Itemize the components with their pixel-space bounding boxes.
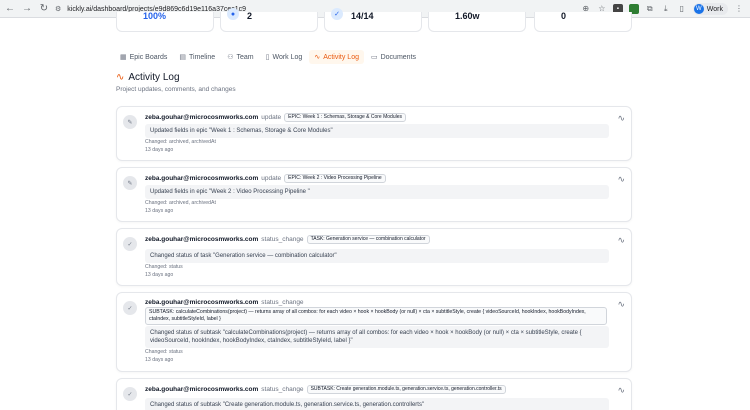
entity-badge[interactable]: SUBTASK: Create generation.module.ts, ge… bbox=[306, 385, 506, 394]
puzzle-icon[interactable]: ⧉ bbox=[645, 4, 655, 14]
check-icon: ✓ bbox=[123, 301, 137, 315]
stat-card-members: ● 2 bbox=[220, 8, 318, 32]
stat-card-blockers: 0 bbox=[534, 11, 632, 32]
check-icon: ✓ bbox=[123, 237, 137, 251]
activity-action: status_change bbox=[261, 299, 304, 306]
activity-user[interactable]: zeba.gouhar@microcosmworks.com bbox=[145, 175, 258, 182]
activity-header: zeba.gouhar@microcosmworks.com update EP… bbox=[145, 113, 607, 122]
activity-time: 13 days ago bbox=[145, 272, 174, 278]
download-icon[interactable]: ⤓ bbox=[661, 4, 671, 14]
activity-action: status_change bbox=[261, 386, 304, 393]
activity-time: 13 days ago bbox=[145, 147, 174, 153]
tab-documents[interactable]: ▭ Documents bbox=[366, 50, 421, 64]
entity-badge[interactable]: EPIC: Week 1 : Schemas, Storage & Core M… bbox=[284, 113, 407, 122]
tab-label: Epic Boards bbox=[129, 53, 168, 61]
activity-time: 13 days ago bbox=[145, 208, 174, 214]
tab-epic-boards[interactable]: ▦ Epic Boards bbox=[115, 50, 172, 64]
tab-team[interactable]: ⚇ Team bbox=[222, 50, 258, 64]
activity-icon: ∿ bbox=[617, 174, 625, 184]
activity-detail: Changed status of subtask "Create genera… bbox=[145, 398, 609, 410]
page-title: ∿ Activity Log bbox=[116, 72, 180, 83]
activity-card: ✓ zeba.gouhar@microcosmworks.com status_… bbox=[116, 292, 632, 372]
entity-badge[interactable]: TASK: Generation service — combination c… bbox=[306, 235, 430, 244]
activity-icon: ∿ bbox=[617, 235, 625, 245]
stat-value: 14/14 bbox=[351, 11, 374, 21]
edit-icon: ✎ bbox=[123, 115, 137, 129]
page-title-text: Activity Log bbox=[128, 72, 180, 83]
activity-icon: ∿ bbox=[116, 72, 125, 83]
activity-changed: Changed: status bbox=[145, 349, 183, 355]
activity-icon: ∿ bbox=[617, 385, 625, 395]
entity-badge[interactable]: SUBTASK: calculateCombinations(project) … bbox=[145, 307, 607, 325]
activity-user[interactable]: zeba.gouhar@microcosmworks.com bbox=[145, 114, 258, 121]
forward-icon[interactable]: → bbox=[20, 2, 34, 16]
check-icon: ✓ bbox=[331, 8, 343, 20]
activity-card: ✎ zeba.gouhar@microcosmworks.com update … bbox=[116, 106, 632, 161]
reload-icon[interactable]: ↻ bbox=[37, 2, 51, 16]
profile-label: Work bbox=[706, 5, 723, 13]
users-icon: ⚇ bbox=[227, 54, 234, 61]
project-tabs: ▦ Epic Boards ▤ Timeline ⚇ Team ▯ Work L… bbox=[115, 50, 423, 64]
activity-time: 13 days ago bbox=[145, 357, 174, 363]
activity-user[interactable]: zeba.gouhar@microcosmworks.com bbox=[145, 299, 258, 306]
edit-icon: ✎ bbox=[123, 176, 137, 190]
activity-header: zeba.gouhar@microcosmworks.com update EP… bbox=[145, 174, 607, 183]
stat-value: 1.60w bbox=[455, 11, 480, 21]
stat-value: 2 bbox=[247, 11, 253, 21]
activity-user[interactable]: zeba.gouhar@microcosmworks.com bbox=[145, 236, 258, 243]
site-settings-icon[interactable]: ⚙ bbox=[55, 5, 61, 13]
tab-label: Activity Log bbox=[323, 53, 359, 61]
activity-card: ✓ zeba.gouhar@microcosmworks.com status_… bbox=[116, 228, 632, 286]
activity-header: zeba.gouhar@microcosmworks.com status_ch… bbox=[145, 299, 607, 306]
tab-label: Timeline bbox=[189, 53, 216, 61]
activity-detail: Updated fields in epic "Week 2 : Video P… bbox=[145, 185, 609, 199]
stat-value: 0 bbox=[561, 11, 567, 21]
profile-avatar: W bbox=[693, 4, 704, 14]
activity-changed: Changed: archived, archivedAt bbox=[145, 200, 216, 206]
document-icon: ▭ bbox=[370, 54, 378, 61]
tab-work-log[interactable]: ▯ Work Log bbox=[261, 50, 308, 64]
activity-changed: Changed: archived, archivedAt bbox=[145, 139, 216, 145]
tab-timeline[interactable]: ▤ Timeline bbox=[174, 50, 220, 64]
board-icon: ▦ bbox=[120, 54, 127, 61]
activity-action: update bbox=[261, 114, 282, 121]
back-icon[interactable]: ← bbox=[3, 2, 17, 16]
entity-badge[interactable]: EPIC: Week 2 : Video Processing Pipeline bbox=[284, 174, 386, 183]
menu-icon[interactable]: ⋮ bbox=[734, 4, 744, 14]
activity-icon: ∿ bbox=[314, 54, 321, 61]
profile-chip[interactable]: W Work bbox=[692, 3, 728, 15]
activity-action: update bbox=[261, 175, 282, 182]
activity-changed: Changed: status bbox=[145, 264, 183, 270]
activity-header: zeba.gouhar@microcosmworks.com status_ch… bbox=[145, 235, 607, 244]
stat-card-progress: 100% bbox=[116, 11, 214, 32]
activity-detail: Changed status of task "Generation servi… bbox=[145, 249, 609, 263]
timeline-icon: ▤ bbox=[179, 54, 186, 61]
activity-detail: Updated fields in epic "Week 1 : Schemas… bbox=[145, 124, 609, 138]
tab-label: Work Log bbox=[272, 53, 303, 61]
stat-icon: ● bbox=[227, 8, 239, 20]
sidebar-icon[interactable]: ▯ bbox=[677, 4, 687, 14]
tab-activity-log[interactable]: ∿ Activity Log bbox=[309, 50, 364, 64]
tab-label: Documents bbox=[380, 53, 417, 61]
activity-action: status_change bbox=[261, 236, 304, 243]
page-subtitle: Project updates, comments, and changes bbox=[116, 86, 236, 93]
stats-strip: 100% ● 2 ✓ 14/14 1.60w 0 bbox=[0, 8, 750, 38]
stat-value: 100% bbox=[143, 11, 167, 21]
tab-label: Team bbox=[236, 53, 254, 61]
activity-user[interactable]: zeba.gouhar@microcosmworks.com bbox=[145, 386, 258, 393]
check-icon: ✓ bbox=[123, 387, 137, 401]
file-icon: ▯ bbox=[265, 54, 270, 61]
activity-card: ✎ zeba.gouhar@microcosmworks.com update … bbox=[116, 167, 632, 222]
activity-icon: ∿ bbox=[617, 113, 625, 123]
stat-card-tasks: ✓ 14/14 bbox=[324, 8, 422, 32]
activity-detail: Changed status of subtask "calculateComb… bbox=[145, 326, 609, 348]
stat-card-duration: 1.60w bbox=[428, 11, 526, 32]
activity-icon: ∿ bbox=[617, 299, 625, 309]
activity-card: ✓ zeba.gouhar@microcosmworks.com status_… bbox=[116, 378, 632, 410]
activity-header: zeba.gouhar@microcosmworks.com status_ch… bbox=[145, 385, 607, 394]
